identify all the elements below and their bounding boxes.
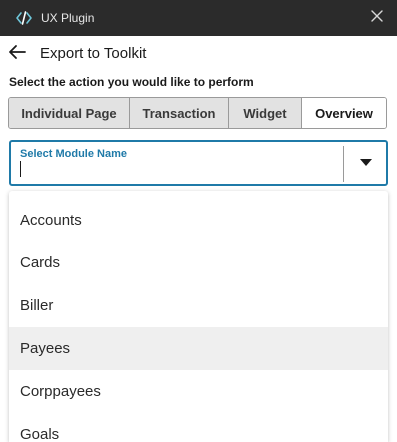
page-header: Export to Toolkit	[0, 36, 397, 70]
option-corppayees[interactable]: Corppayees	[9, 370, 388, 413]
arrow-left-icon	[8, 45, 26, 64]
app-title: UX Plugin	[41, 11, 95, 25]
module-select[interactable]: Select Module Name	[9, 140, 388, 186]
tab-overview[interactable]: Overview	[302, 98, 386, 128]
caret-down-icon	[360, 154, 372, 172]
title-bar: UX Plugin	[0, 0, 397, 36]
select-divider	[343, 146, 344, 182]
tab-transaction[interactable]: Transaction	[130, 98, 229, 128]
module-select-label: Select Module Name	[20, 148, 127, 160]
text-cursor	[20, 161, 21, 177]
close-icon	[371, 9, 383, 27]
tab-widget[interactable]: Widget	[229, 98, 302, 128]
option-goals[interactable]: Goals	[9, 413, 388, 442]
close-button[interactable]	[367, 8, 387, 28]
action-tabs: Individual Page Transaction Widget Overv…	[8, 97, 387, 129]
tab-individual-page[interactable]: Individual Page	[9, 98, 130, 128]
option-cards[interactable]: Cards	[9, 241, 388, 284]
module-options-list: Accounts Cards Biller Payees Corppayees …	[9, 191, 388, 442]
option-payees[interactable]: Payees	[9, 327, 388, 370]
module-select-input[interactable]	[19, 162, 339, 180]
dropdown-toggle-button[interactable]	[345, 142, 387, 184]
option-accounts[interactable]: Accounts	[9, 191, 388, 241]
page-title: Export to Toolkit	[40, 45, 147, 62]
code-bracket-icon	[15, 9, 33, 27]
back-button[interactable]	[8, 44, 28, 62]
option-biller[interactable]: Biller	[9, 284, 388, 327]
action-prompt: Select the action you would like to perf…	[9, 75, 254, 89]
